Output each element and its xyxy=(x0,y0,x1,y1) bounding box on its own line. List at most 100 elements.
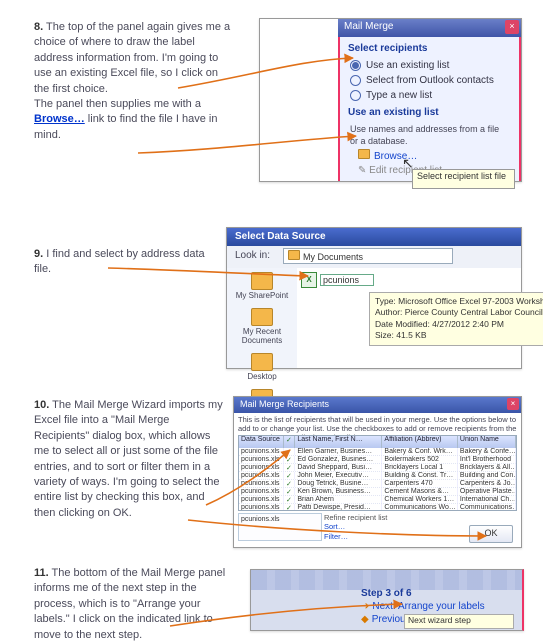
places-bar: My SharePoint My Recent Documents Deskto… xyxy=(227,268,298,368)
dialog-toolbar: Look in: My Documents xyxy=(227,246,521,269)
cell: Chemical Workers 1… xyxy=(382,496,457,503)
filter-link[interactable]: Filter… xyxy=(324,532,387,542)
table-row[interactable]: pcunions.xls✓Ed Gonzalez, Busines…Boiler… xyxy=(239,456,516,464)
document-area xyxy=(260,19,339,181)
opt-outlook[interactable]: Select from Outlook contacts xyxy=(340,73,519,88)
cell: ✓ xyxy=(284,480,296,487)
cell: Communications… xyxy=(458,504,516,511)
table-row[interactable]: pcunions.xls✓Ken Brown, Business…Cement … xyxy=(239,488,516,496)
file-area[interactable]: pcunions Type: Microsoft Office Excel 97… xyxy=(297,268,521,368)
cell: Carpenters 470 xyxy=(382,480,457,487)
cell: Operative Plaste… xyxy=(458,488,516,495)
cell: Bakery & Confe… xyxy=(458,448,516,455)
data-source-box[interactable]: pcunions.xls xyxy=(238,513,322,541)
place-label: Desktop xyxy=(247,372,276,381)
folder-icon xyxy=(251,308,273,326)
cell: Bricklayers & All… xyxy=(458,464,516,471)
opt-outlook-label: Select from Outlook contacts xyxy=(366,75,494,86)
step-label: Step 3 of 6 xyxy=(361,588,514,599)
cell: Ellen Garner, Busines… xyxy=(295,448,382,455)
step-9-body: I find and select by address data file. xyxy=(34,248,205,275)
col-check[interactable]: ✓ xyxy=(284,436,296,448)
cell: ✓ xyxy=(284,496,296,503)
cell: Communications Wo… xyxy=(382,504,457,511)
radio-icon xyxy=(350,75,361,86)
opt-new-list-label: Type a new list xyxy=(366,90,432,101)
table-row[interactable]: pcunions.xls✓Ellen Garner, Busines…Baker… xyxy=(239,448,516,456)
refine-label: Refine recipient list xyxy=(324,513,387,522)
step-8-screenshot: Mail Merge × Select recipients Use an ex… xyxy=(259,18,522,182)
cell: ✓ xyxy=(284,504,296,511)
radio-icon xyxy=(350,60,361,71)
col-source[interactable]: Data Source xyxy=(239,436,284,448)
step-9-number: 9. xyxy=(34,248,43,260)
table-row[interactable]: pcunions.xls✓John Meier, Executiv…Buildi… xyxy=(239,472,516,480)
ok-button[interactable]: OK xyxy=(469,525,513,543)
lookin-value: My Documents xyxy=(303,252,363,262)
table-row[interactable]: pcunions.xls✓David Sheppard, Busi…Brickl… xyxy=(239,464,516,472)
opt-existing-list[interactable]: Use an existing list xyxy=(340,58,519,73)
table-row[interactable]: pcunions.xls✓Doug Tetrick, Busine…Carpen… xyxy=(239,480,516,488)
cell: pcunions.xls xyxy=(239,488,284,495)
file-item[interactable]: pcunions xyxy=(301,272,374,288)
cell: International Ch… xyxy=(458,496,516,503)
cell: Ken Brown, Business… xyxy=(295,488,382,495)
file-name: pcunions xyxy=(320,274,374,286)
next-step-label: Next: Arrange your labels xyxy=(372,601,484,612)
cell: pcunions.xls xyxy=(239,504,284,511)
refine-section: Refine recipient list Sort… Filter… xyxy=(324,513,387,542)
cell: pcunions.xls xyxy=(239,472,284,479)
cell: ✓ xyxy=(284,448,296,455)
step-10-text: 10. The Mail Merge Wizard imports my Exc… xyxy=(34,398,224,521)
use-existing-sub: Use names and addresses from a file or a… xyxy=(340,122,519,149)
sort-link[interactable]: Sort… xyxy=(324,522,387,532)
close-icon[interactable]: × xyxy=(507,398,519,410)
cell: Patti Dewispe, Presid… xyxy=(295,504,382,511)
folder-icon xyxy=(288,250,300,260)
grid-rows: pcunions.xls✓Ellen Garner, Busines…Baker… xyxy=(239,448,516,511)
browse-link[interactable]: Browse… xyxy=(34,113,85,125)
table-row[interactable]: pcunions.xls✓Patti Dewispe, Presid…Commu… xyxy=(239,504,516,511)
step-11-screenshot: Step 3 of 6 ➔Next: Arrange your labels ◆… xyxy=(250,569,524,631)
place-recent[interactable]: My Recent Documents xyxy=(227,304,297,349)
tooltip-line: Size: 41.5 KB xyxy=(375,330,543,341)
cell: pcunions.xls xyxy=(239,496,284,503)
dialog-title: Select Data Source xyxy=(227,228,521,246)
cell: pcunions.xls xyxy=(239,464,284,471)
cell: pcunions.xls xyxy=(239,480,284,487)
col-union[interactable]: Union Name xyxy=(458,436,516,448)
opt-new-list[interactable]: Type a new list xyxy=(340,88,519,103)
tooltip-line: Date Modified: 4/27/2012 2:40 PM xyxy=(375,319,543,330)
excel-file-icon xyxy=(301,272,317,288)
close-icon[interactable]: × xyxy=(505,20,519,34)
cell: Bakery & Conf. Wrk… xyxy=(382,448,457,455)
grid-header[interactable]: Data Source ✓ Last Name, First N… Affili… xyxy=(239,436,516,448)
step-8-number: 8. xyxy=(34,21,43,33)
next-step-link[interactable]: ➔Next: Arrange your labels xyxy=(361,601,514,612)
col-name[interactable]: Last Name, First N… xyxy=(295,436,382,448)
place-sharepoint[interactable]: My SharePoint xyxy=(227,268,297,304)
step-8-text: 8. The top of the panel again gives me a… xyxy=(34,20,234,143)
step-10-body: The Mail Merge Wizard imports my Excel f… xyxy=(34,399,223,519)
tooltip-line: Author: Pierce County Central Labor Coun… xyxy=(375,307,543,318)
lookin-combo[interactable]: My Documents xyxy=(283,248,453,264)
cell: Doug Tetrick, Busine… xyxy=(295,480,382,487)
folder-icon xyxy=(251,353,273,371)
cell: pcunions.xls xyxy=(239,448,284,455)
step-8-body-b: The panel then supplies me with a xyxy=(34,98,201,110)
place-desktop[interactable]: Desktop xyxy=(227,349,297,385)
recipient-grid[interactable]: Data Source ✓ Last Name, First N… Affili… xyxy=(238,435,517,511)
dialog-title: Mail Merge Recipients × xyxy=(234,397,521,413)
select-recipients-heading: Select recipients xyxy=(340,37,519,58)
tutorial-page: 8. The top of the panel again gives me a… xyxy=(0,0,543,633)
table-row[interactable]: pcunions.xls✓Brian AhernChemical Workers… xyxy=(239,496,516,504)
step-9-screenshot: Select Data Source Look in: My Documents… xyxy=(226,227,522,369)
col-affil[interactable]: Affiliation (Abbrev) xyxy=(382,436,457,448)
mailmerge-pane: Select recipients Use an existing list S… xyxy=(338,37,521,181)
cell: ✓ xyxy=(284,472,296,479)
cell: Carpenters & Jo… xyxy=(458,480,516,487)
cell: David Sheppard, Busi… xyxy=(295,464,382,471)
step-9-text: 9. I find and select by address data fil… xyxy=(34,247,214,278)
cell: ✓ xyxy=(284,456,296,463)
mailmerge-pane-title: Mail Merge × xyxy=(338,19,521,37)
